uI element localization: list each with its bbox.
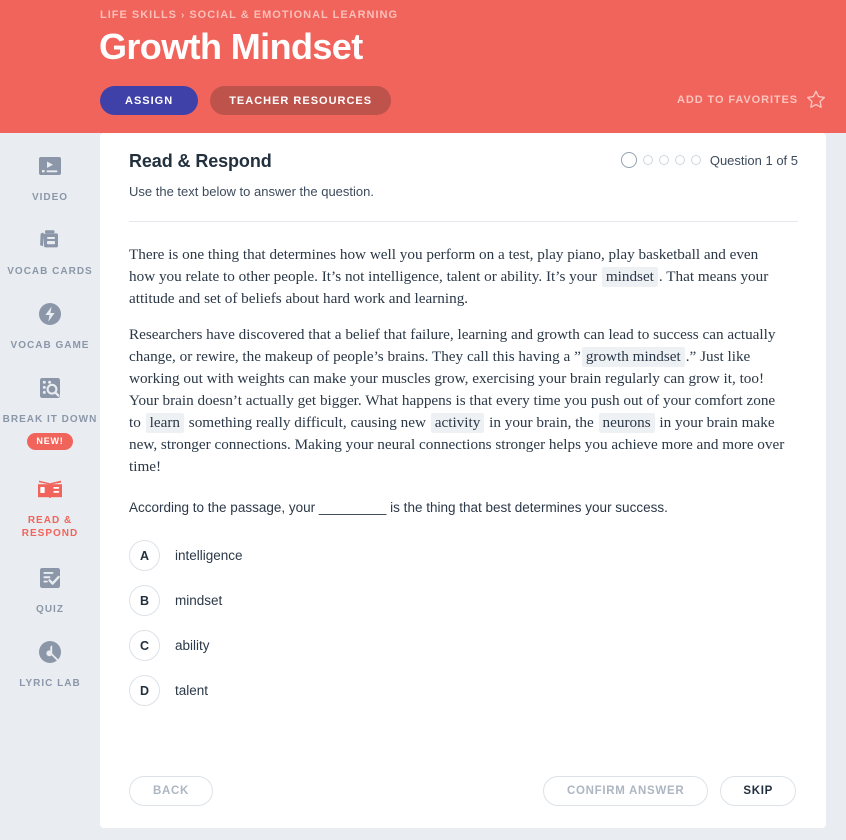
progress-dot-2[interactable] [642, 155, 653, 165]
answer-choices: Aintelligence Bmindset Cability Dtalent [129, 540, 826, 706]
card-subtitle: Use the text below to answer the questio… [129, 184, 374, 199]
footer-right-group: CONFIRM ANSWER SKIP [543, 776, 796, 806]
vocab-highlight[interactable]: mindset [601, 267, 658, 287]
answer-choice-text: ability [175, 638, 210, 653]
question-counter-label: Question 1 of 5 [709, 152, 798, 168]
lyric-lab-note-icon [37, 639, 63, 670]
star-outline-icon [806, 90, 826, 109]
passage-paragraph: There is one thing that determines how w… [129, 246, 769, 307]
answer-choice[interactable]: Cability [129, 630, 469, 661]
video-icon [37, 153, 63, 184]
vocab-highlight[interactable]: neurons [598, 413, 655, 433]
new-badge: NEW! [27, 433, 73, 450]
answer-choice-letter: A [129, 540, 160, 571]
progress-dot-3[interactable] [658, 155, 669, 165]
breadcrumb-parent[interactable]: LIFE SKILLS [100, 9, 177, 21]
answer-choice[interactable]: Aintelligence [129, 540, 469, 571]
confirm-answer-button[interactable]: CONFIRM ANSWER [543, 776, 709, 806]
quiz-checklist-icon [37, 565, 63, 596]
reading-passage: There is one thing that determines how w… [129, 244, 786, 478]
sidebar-item-lyric-lab[interactable]: LYRIC LAB [0, 639, 100, 690]
sidebar-item-label: VOCAB GAME [10, 340, 90, 351]
add-to-favorites-label: ADD TO FAVORITES [677, 93, 798, 106]
sidebar-item-label: BREAK IT DOWN [2, 414, 98, 425]
breadcrumb: LIFE SKILLS › SOCIAL & EMOTIONAL LEARNING [100, 9, 398, 21]
assign-button[interactable]: ASSIGN [100, 86, 199, 115]
sidebar-item-video[interactable]: VIDEO [0, 153, 100, 204]
sidebar-item-vocab-game[interactable]: VOCAB GAME [0, 301, 100, 352]
header-button-row: ASSIGN TEACHER RESOURCES [100, 86, 392, 115]
skip-button[interactable]: SKIP [720, 776, 796, 806]
vocab-highlight[interactable]: learn [145, 413, 184, 433]
teacher-resources-button[interactable]: TEACHER RESOURCES [210, 86, 392, 115]
breadcrumb-separator-icon: › [181, 10, 186, 21]
question-text: According to the passage, your _________… [129, 500, 668, 515]
vocab-highlight[interactable]: activity [430, 413, 485, 433]
page-header: LIFE SKILLS › SOCIAL & EMOTIONAL LEARNING … [0, 0, 846, 133]
vocab-game-bolt-icon [37, 301, 63, 332]
answer-choice-letter: D [129, 675, 160, 706]
break-it-down-magnifier-icon [37, 375, 63, 406]
progress-dot-5[interactable] [690, 155, 701, 165]
page-root: LIFE SKILLS › SOCIAL & EMOTIONAL LEARNING … [0, 0, 846, 840]
header-divider [129, 221, 798, 222]
card-header: Read & Respond Use the text below to ans… [100, 133, 826, 199]
answer-choice[interactable]: Bmindset [129, 585, 469, 616]
answer-choice-text: talent [175, 683, 209, 698]
answer-choice-text: mindset [175, 593, 223, 608]
answer-choice-text: intelligence [175, 548, 243, 563]
sidebar-item-label: READ & RESPOND [21, 515, 79, 539]
sidebar: VIDEO VOCAB CARDS VOCAB GAME BREAK IT DO… [0, 133, 100, 840]
progress-dots [620, 152, 701, 168]
open-book-icon [36, 477, 64, 507]
answer-choice[interactable]: Dtalent [129, 675, 469, 706]
answer-choice-letter: B [129, 585, 160, 616]
sidebar-item-vocab-cards[interactable]: VOCAB CARDS [0, 227, 100, 278]
sidebar-item-read-and-respond[interactable]: READ & RESPOND [0, 477, 100, 540]
sidebar-item-label: QUIZ [36, 604, 64, 615]
sidebar-item-break-it-down[interactable]: BREAK IT DOWN NEW! [0, 375, 100, 450]
vocab-cards-icon [36, 227, 64, 258]
card-footer: BACK CONFIRM ANSWER SKIP [100, 776, 826, 806]
activity-card: Read & Respond Use the text below to ans… [100, 133, 826, 828]
add-to-favorites-button[interactable]: ADD TO FAVORITES [677, 90, 826, 109]
sidebar-item-label: VOCAB CARDS [7, 266, 93, 277]
back-button[interactable]: BACK [129, 776, 214, 806]
breadcrumb-child[interactable]: SOCIAL & EMOTIONAL LEARNING [189, 9, 398, 21]
progress-dot-1[interactable] [620, 152, 637, 168]
answer-choice-letter: C [129, 630, 160, 661]
passage-paragraph: Researchers have discovered that a belie… [129, 326, 785, 475]
page-title: Growth Mindset [99, 26, 363, 67]
sidebar-item-quiz[interactable]: QUIZ [0, 565, 100, 616]
vocab-highlight[interactable]: growth mindset [581, 347, 685, 367]
sidebar-item-label: LYRIC LAB [19, 678, 81, 689]
question-progress: Question 1 of 5 [620, 152, 798, 168]
progress-dot-4[interactable] [674, 155, 685, 165]
sidebar-item-label: VIDEO [31, 192, 69, 203]
